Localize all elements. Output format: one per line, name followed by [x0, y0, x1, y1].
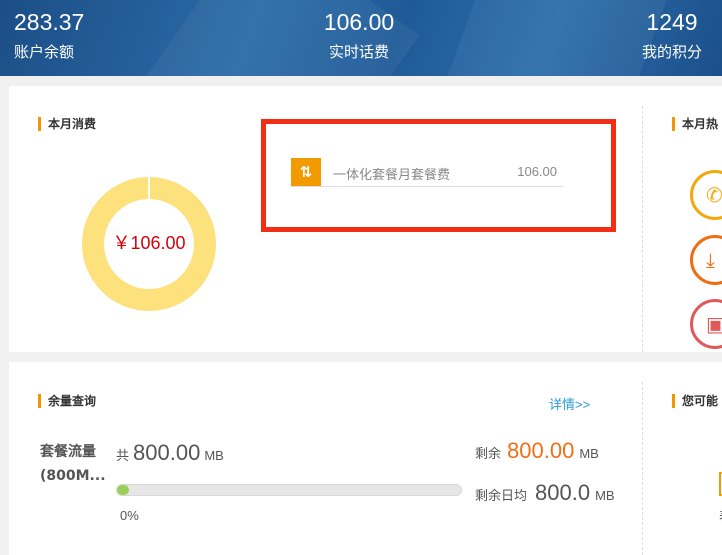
- profile-card-glyph: ▣: [706, 311, 722, 337]
- total-prefix: 共: [116, 449, 130, 464]
- details-link[interactable]: 详情>>: [549, 394, 590, 413]
- profile-card-icon[interactable]: ▣: [690, 299, 722, 349]
- realtime-fee-stat[interactable]: 106.00 实时话费: [309, 0, 409, 62]
- remaining-unit: MB: [579, 446, 599, 461]
- monthly-consumption-title: 本月消费: [38, 117, 96, 131]
- data-plan-name-line1: 套餐流量: [40, 444, 96, 460]
- points-label: 我的积分: [641, 43, 702, 61]
- data-plan-name: 套餐流量 (800M...: [40, 440, 106, 488]
- balance-query-panel: 余量查询 详情>> 套餐流量 (800M... 共 800.00 MB 0% 剩余 8…: [9, 362, 722, 555]
- hot-section-title: 本月热: [672, 117, 718, 131]
- realtime-fee-label: 实时话费: [328, 43, 389, 61]
- maybe-section-title: 您可能: [672, 394, 718, 408]
- daily-unit: MB: [595, 488, 615, 503]
- column-divider-bottom: [642, 382, 643, 555]
- daily-label: 剩余日均: [475, 489, 528, 504]
- data-plan-name-line2: (800M...: [40, 468, 106, 484]
- data-usage-progress-fill: [117, 485, 129, 495]
- remaining-label: 剩余: [475, 447, 502, 462]
- account-summary-header: 283.37 账户余额 106.00 实时话费 1249 我的积分: [0, 0, 722, 76]
- account-balance-label: 账户余额: [14, 43, 75, 61]
- account-balance-value: 283.37: [14, 9, 85, 35]
- donut-total-amount: ￥106.00: [112, 233, 186, 253]
- phone-glyph: ✆: [706, 183, 722, 207]
- consumption-item-name: 一体化套餐月套餐费: [333, 168, 451, 183]
- column-divider: [642, 106, 643, 352]
- download-glyph: ⤓: [706, 248, 715, 272]
- points-stat[interactable]: 1249 我的积分: [622, 0, 722, 62]
- data-total: 共 800.00 MB: [116, 440, 224, 466]
- points-value: 1249: [646, 9, 698, 35]
- realtime-fee-value: 106.00: [323, 9, 395, 35]
- remaining-value: 800.00: [507, 438, 575, 463]
- balance-query-title: 余量查询: [38, 394, 96, 408]
- data-remaining: 剩余 800.00 MB: [475, 438, 599, 464]
- download-icon[interactable]: ⤓: [690, 235, 722, 285]
- data-usage-progress-bar: [116, 484, 462, 496]
- consumption-item-amount: 106.00: [517, 164, 557, 179]
- consumption-item-row[interactable]: ⇅ 一体化套餐月套餐费 106.00: [291, 157, 563, 187]
- package-swap-icon: ⇅: [291, 158, 321, 186]
- daily-value: 800.0: [535, 480, 591, 505]
- data-usage-percent: 0%: [120, 508, 139, 523]
- data-daily-average: 剩余日均 800.0 MB: [475, 480, 615, 506]
- monthly-consumption-panel: 本月消费 ￥106.00 ⇅ 一体化套餐月套餐费 106.00 本月热 ✆ ⤓ …: [9, 86, 722, 352]
- account-balance-stat[interactable]: 283.37 账户余额: [0, 0, 100, 62]
- total-value: 800.00: [133, 440, 201, 465]
- phone-icon[interactable]: ✆: [690, 170, 722, 220]
- total-unit: MB: [204, 448, 224, 463]
